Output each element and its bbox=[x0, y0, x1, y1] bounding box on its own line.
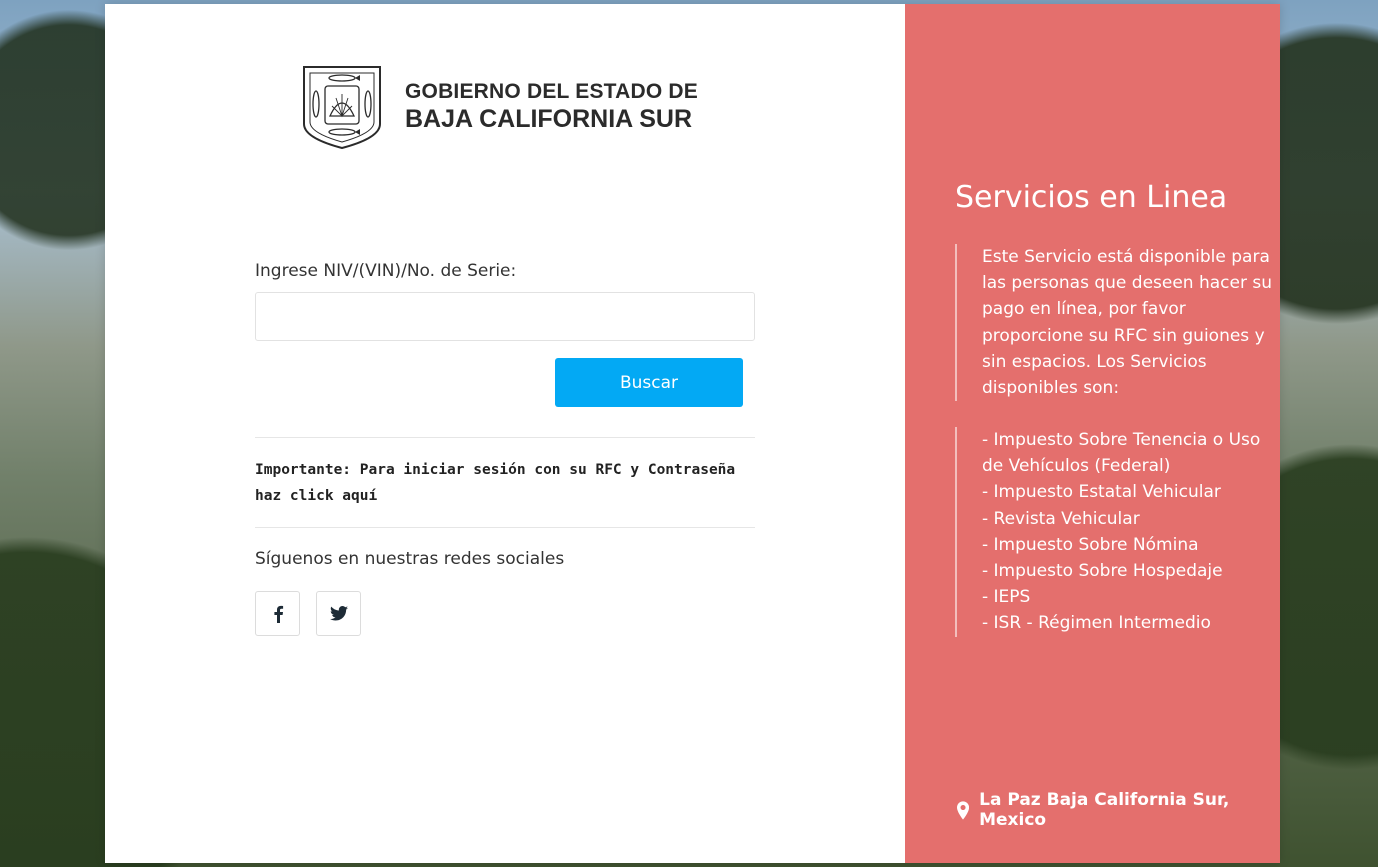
social-label: Síguenos en nuestras redes sociales bbox=[255, 549, 565, 569]
vin-field-label: Ingrese NIV/(VIN)/No. de Serie: bbox=[255, 261, 517, 281]
login-card: GOBIERNO DEL ESTADO DE BAJA CALIFORNIA S… bbox=[105, 4, 1280, 863]
vin-search-form: Ingrese NIV/(VIN)/No. de Serie: Buscar I… bbox=[255, 261, 755, 636]
search-button[interactable]: Buscar bbox=[555, 358, 743, 407]
list-item: - Impuesto Sobre Hospedaje bbox=[982, 561, 1223, 582]
social-buttons bbox=[255, 591, 755, 636]
list-item: - IEPS bbox=[982, 587, 1031, 608]
state-seal-icon bbox=[303, 66, 381, 150]
location-text: La Paz Baja California Sur, Mexico bbox=[979, 790, 1230, 830]
list-item: - Impuesto Estatal Vehicular bbox=[982, 482, 1221, 503]
list-item: - Impuesto Sobre Nómina bbox=[982, 534, 1199, 555]
vin-input[interactable] bbox=[255, 292, 755, 341]
divider bbox=[255, 437, 755, 438]
button-row: Buscar bbox=[255, 358, 755, 407]
list-item: - ISR - Régimen Intermedio bbox=[982, 613, 1211, 634]
twitter-button[interactable] bbox=[316, 591, 361, 636]
list-item: - Revista Vehicular bbox=[982, 508, 1140, 529]
form-panel: GOBIERNO DEL ESTADO DE BAJA CALIFORNIA S… bbox=[105, 4, 905, 863]
panel-title: Servicios en Linea bbox=[955, 180, 1228, 215]
government-logo: GOBIERNO DEL ESTADO DE BAJA CALIFORNIA S… bbox=[301, 64, 698, 150]
service-description: Este Servicio está disponible para las p… bbox=[955, 244, 1272, 402]
facebook-button[interactable] bbox=[255, 591, 300, 636]
list-item: - Impuesto Sobre Tenencia o Uso de Vehíc… bbox=[982, 430, 1261, 477]
facebook-icon bbox=[273, 605, 283, 623]
twitter-icon bbox=[329, 606, 348, 621]
logo-text: GOBIERNO DEL ESTADO DE BAJA CALIFORNIA S… bbox=[405, 80, 698, 134]
info-panel: Servicios en Linea Este Servicio está di… bbox=[905, 4, 1280, 863]
location: La Paz Baja California Sur, Mexico bbox=[957, 790, 1280, 830]
rfc-login-link[interactable]: Importante: Para iniciar sesión con su R… bbox=[255, 457, 755, 509]
map-marker-icon bbox=[957, 800, 970, 820]
logo-line2: BAJA CALIFORNIA SUR bbox=[405, 105, 693, 134]
logo-line1: GOBIERNO DEL ESTADO DE bbox=[405, 80, 698, 104]
services-list: - Impuesto Sobre Tenencia o Uso de Vehíc… bbox=[955, 427, 1272, 637]
divider bbox=[255, 527, 755, 528]
